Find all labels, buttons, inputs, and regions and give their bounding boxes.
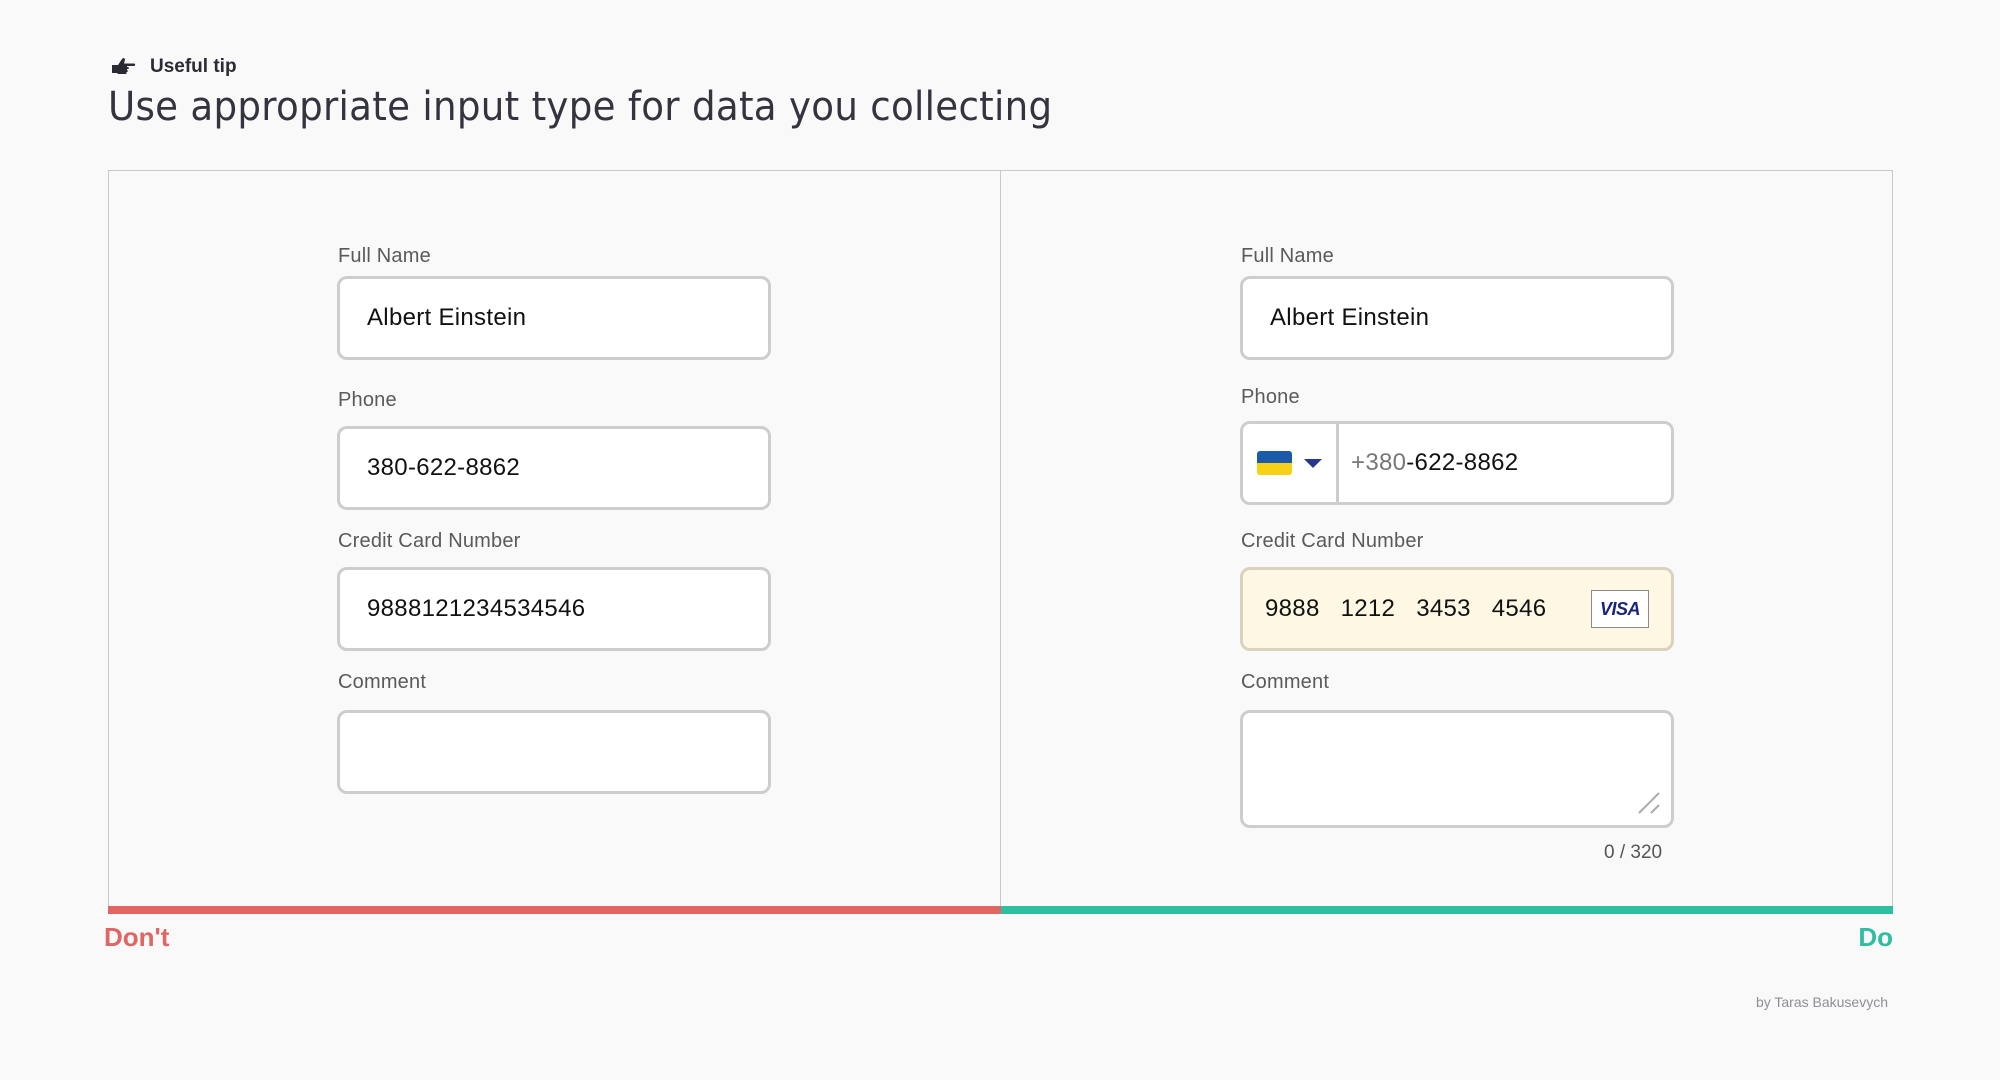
comment-label: Comment: [338, 671, 427, 693]
comment-label: Comment: [1241, 671, 1330, 693]
full-name-label: Full Name: [1241, 245, 1334, 267]
full-name-value: Albert Einstein: [367, 304, 527, 331]
tip-label: Useful tip: [150, 56, 237, 77]
full-name-label: Full Name: [338, 245, 431, 267]
cc-group: 3453: [1416, 595, 1471, 622]
credit-card-groups: 9888 1212 3453 4546: [1265, 595, 1546, 623]
credit-card-input[interactable]: 9888 1212 3453 4546 VISA: [1240, 567, 1674, 651]
phone-label: Phone: [338, 389, 397, 411]
phone-prefix: +380: [1351, 449, 1407, 476]
cc-group: 9888: [1265, 595, 1320, 622]
character-counter: 0 / 320: [1604, 842, 1663, 863]
resize-handle-icon[interactable]: [1637, 791, 1661, 815]
dont-bar: [108, 906, 1001, 914]
do-label: Do: [1858, 922, 1893, 952]
cc-group: 4546: [1491, 595, 1547, 622]
full-name-value: Albert Einstein: [1270, 304, 1430, 331]
do-bar: [1001, 906, 1893, 914]
author-credit: by Taras Bakusevych: [1755, 994, 1888, 1010]
page-title: Use appropriate input type for data you …: [108, 84, 1053, 130]
credit-card-label: Credit Card Number: [338, 530, 521, 552]
country-code-select[interactable]: [1243, 424, 1339, 502]
ukraine-flag-icon: [1257, 451, 1292, 475]
phone-value: 380-622-8862: [367, 454, 521, 481]
phone-value: -622-8862: [1406, 449, 1519, 476]
visa-logo-icon: VISA: [1591, 590, 1649, 628]
full-name-input[interactable]: Albert Einstein: [337, 276, 771, 360]
chevron-down-icon: [1304, 458, 1322, 468]
panel-divider: [1000, 170, 1001, 912]
credit-card-input[interactable]: 9888121234534546: [337, 567, 771, 651]
phone-input[interactable]: 380-622-8862: [337, 426, 771, 510]
comment-textarea[interactable]: [1240, 710, 1674, 828]
credit-card-value: 9888121234534546: [367, 595, 586, 622]
phone-input[interactable]: +380-622-8862: [1240, 421, 1674, 505]
dont-label: Don't: [104, 922, 170, 952]
comment-input[interactable]: [337, 710, 771, 794]
useful-tip: Useful tip: [110, 56, 237, 78]
cc-group: 1212: [1340, 595, 1396, 622]
pointing-hand-icon: [112, 58, 136, 74]
credit-card-label: Credit Card Number: [1241, 530, 1424, 552]
full-name-input[interactable]: Albert Einstein: [1240, 276, 1674, 360]
phone-label: Phone: [1241, 386, 1300, 408]
phone-number-field[interactable]: +380-622-8862: [1339, 449, 1518, 477]
